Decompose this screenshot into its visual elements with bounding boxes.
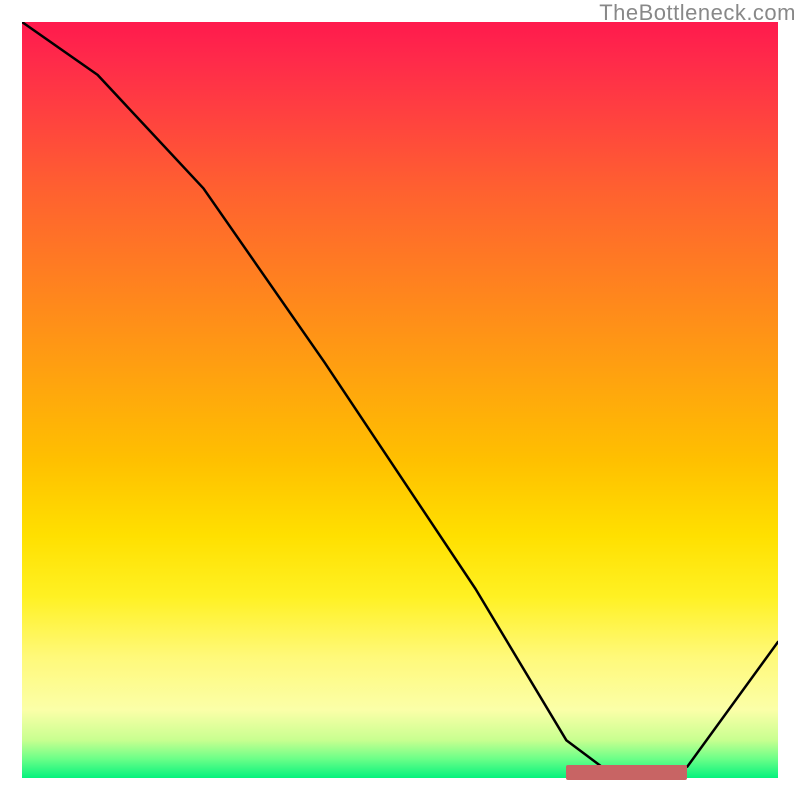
curve-overlay bbox=[22, 22, 778, 778]
optimum-marker bbox=[566, 765, 687, 780]
watermark-text: TheBottleneck.com bbox=[599, 0, 796, 26]
chart-canvas: TheBottleneck.com bbox=[0, 0, 800, 800]
plot-area bbox=[22, 22, 778, 778]
chart-curve bbox=[22, 22, 778, 774]
